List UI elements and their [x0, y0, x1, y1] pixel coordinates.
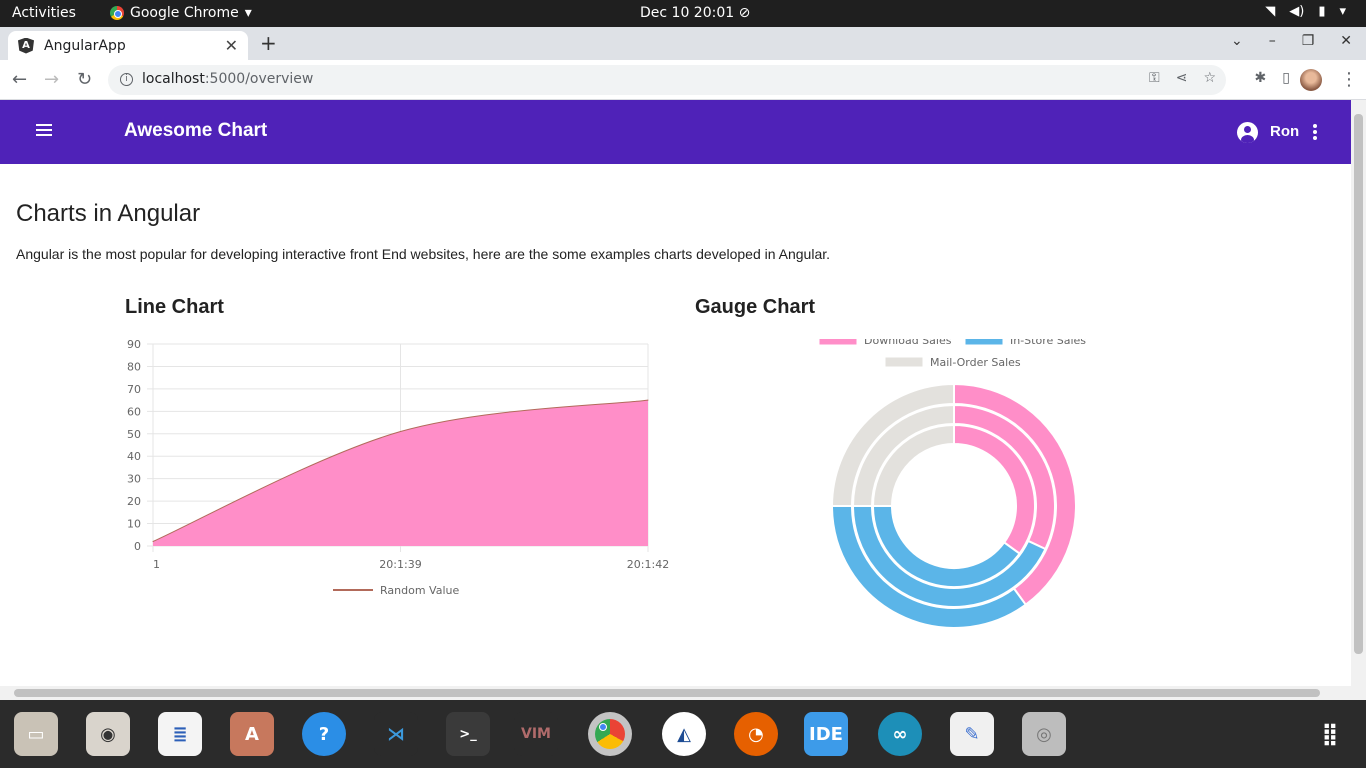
app-title: Awesome Chart: [124, 120, 268, 141]
minimize-button[interactable]: –: [1269, 33, 1276, 49]
angular-icon: A: [18, 37, 34, 54]
share-icon[interactable]: ⋖: [1176, 70, 1188, 86]
data-point: [647, 399, 649, 401]
line-chart-title: Line Chart: [125, 296, 224, 318]
text-editor-icon[interactable]: ✎: [950, 712, 994, 756]
side-panel-icon[interactable]: ▯: [1282, 70, 1290, 86]
data-point: [400, 431, 401, 433]
star-icon[interactable]: ☆: [1203, 70, 1216, 86]
volume-icon: ◀): [1289, 4, 1305, 19]
account-circle-icon[interactable]: [1237, 122, 1258, 143]
legend-label: Random Value: [380, 584, 459, 597]
page-title: Charts in Angular: [16, 200, 201, 227]
address-bar[interactable]: i localhost:5000/overview ⚿ ⋖ ☆: [108, 65, 1226, 95]
y-tick-label: 70: [127, 383, 141, 396]
gauge-chart-title: Gauge Chart: [695, 296, 816, 318]
legend-label: Mail-Order Sales: [930, 356, 1021, 369]
close-window-button[interactable]: ✕: [1340, 33, 1352, 49]
main-content: Charts in Angular Angular is the most po…: [0, 164, 1351, 686]
y-tick-label: 80: [127, 360, 141, 373]
y-tick-label: 20: [127, 495, 141, 508]
scrollbar-thumb[interactable]: [1354, 114, 1363, 654]
y-tick-label: 90: [127, 338, 141, 351]
back-icon[interactable]: ←: [12, 69, 27, 90]
maximize-button[interactable]: ❐: [1302, 33, 1315, 49]
close-tab-icon[interactable]: ✕: [225, 36, 238, 55]
info-icon[interactable]: i: [120, 73, 133, 86]
legend-label: Download Sales: [864, 339, 952, 347]
system-tray[interactable]: ◥ ◀) ▮ ▾: [1265, 4, 1346, 19]
y-tick-label: 50: [127, 428, 141, 441]
hamburger-menu-icon[interactable]: [36, 124, 52, 138]
y-tick-label: 60: [127, 405, 141, 418]
wifi-icon: ◥: [1265, 4, 1276, 19]
y-tick-label: 0: [134, 540, 141, 553]
disc-icon[interactable]: ◎: [1022, 712, 1066, 756]
intro-text: Angular is the most popular for developi…: [16, 246, 831, 262]
vscode-icon[interactable]: ⋊: [374, 712, 418, 756]
new-tab-button[interactable]: +: [260, 31, 277, 55]
legend-swatch: [818, 339, 858, 346]
browser-tab[interactable]: A AngularApp ✕: [8, 31, 248, 60]
firefox-icon[interactable]: ◔: [734, 712, 778, 756]
app-header: Awesome Chart Ron: [0, 100, 1351, 164]
clock[interactable]: Dec 10 20:01 ⊘: [640, 5, 750, 21]
dock: ▭ ◉ ≣ A ? ⋊ >_ VIM ◭ ◔ IDE ∞ ✎ ◎ ⣿: [0, 700, 1366, 768]
ide-icon[interactable]: IDE: [804, 712, 848, 756]
y-tick-label: 30: [127, 473, 141, 486]
tab-strip: A AngularApp ✕ + ⌄ – ❐ ✕: [0, 27, 1366, 60]
profile-avatar[interactable]: [1300, 69, 1322, 91]
y-tick-label: 10: [127, 518, 141, 531]
writer-icon[interactable]: ≣: [158, 712, 202, 756]
files-icon[interactable]: ▭: [14, 712, 58, 756]
app-menu-label: Google Chrome: [130, 5, 239, 21]
rhythmbox-icon[interactable]: ◉: [86, 712, 130, 756]
activities-button[interactable]: Activities: [12, 5, 76, 21]
data-point: [152, 541, 154, 543]
reload-icon[interactable]: ↻: [77, 69, 92, 90]
extensions-icon[interactable]: ✱: [1255, 70, 1267, 86]
clock-text: Dec 10 20:01: [640, 5, 735, 21]
url-path: :5000/overview: [204, 71, 314, 87]
window-controls: ⌄ – ❐ ✕: [1231, 33, 1352, 49]
line-chart: 0 10 20 30 40 50 60 70 80 90 1 20:1:39 20:1:42 Random…: [127, 338, 669, 597]
scrollbar-thumb[interactable]: [14, 689, 1320, 697]
legend-swatch: [964, 339, 1004, 346]
vertical-scrollbar[interactable]: [1351, 100, 1366, 686]
horizontal-scrollbar[interactable]: [0, 686, 1366, 700]
x-tick-label: 20:1:39: [379, 558, 421, 571]
tab-search-icon[interactable]: ⌄: [1231, 33, 1243, 49]
chrome-dock-icon[interactable]: [588, 712, 632, 756]
x-tick-label: 1: [153, 558, 160, 571]
chrome-menu-icon[interactable]: ⋮: [1340, 69, 1358, 90]
chrome-icon: [110, 6, 124, 20]
android-studio-icon[interactable]: ◭: [662, 712, 706, 756]
key-icon[interactable]: ⚿: [1149, 70, 1160, 86]
x-tick-label: 20:1:42: [627, 558, 669, 571]
terminal-icon[interactable]: >_: [446, 712, 490, 756]
help-icon[interactable]: ?: [302, 712, 346, 756]
battery-icon: ▮: [1318, 4, 1326, 19]
forward-icon[interactable]: →: [44, 69, 59, 90]
tab-title: AngularApp: [44, 37, 126, 54]
vim-icon[interactable]: VIM: [514, 712, 558, 756]
arduino-icon[interactable]: ∞: [878, 712, 922, 756]
ide-label: IDE: [809, 723, 843, 745]
legend-label: In-Store Sales: [1010, 339, 1086, 347]
app-menu[interactable]: Google Chrome ▾: [110, 5, 252, 21]
url-host: localhost: [142, 71, 205, 87]
user-name[interactable]: Ron: [1270, 123, 1299, 140]
os-topbar: Activities Google Chrome ▾ Dec 10 20:01 …: [0, 0, 1366, 27]
bell-off-icon: ⊘: [738, 5, 751, 21]
y-tick-label: 40: [127, 450, 141, 463]
software-center-icon[interactable]: A: [230, 712, 274, 756]
legend-swatch: [884, 356, 924, 368]
more-vert-icon[interactable]: [1313, 124, 1317, 142]
show-apps-icon[interactable]: ⣿: [1308, 712, 1352, 756]
caret-down-icon: ▾: [244, 5, 252, 21]
caret-down-icon: ▾: [1339, 4, 1346, 19]
browser-toolbar: ← → ↻ i localhost:5000/overview ⚿ ⋖ ☆ ✱ …: [0, 60, 1366, 100]
gauge-chart: Download Sales In-Store Sales Mail-Order S…: [818, 339, 1086, 629]
